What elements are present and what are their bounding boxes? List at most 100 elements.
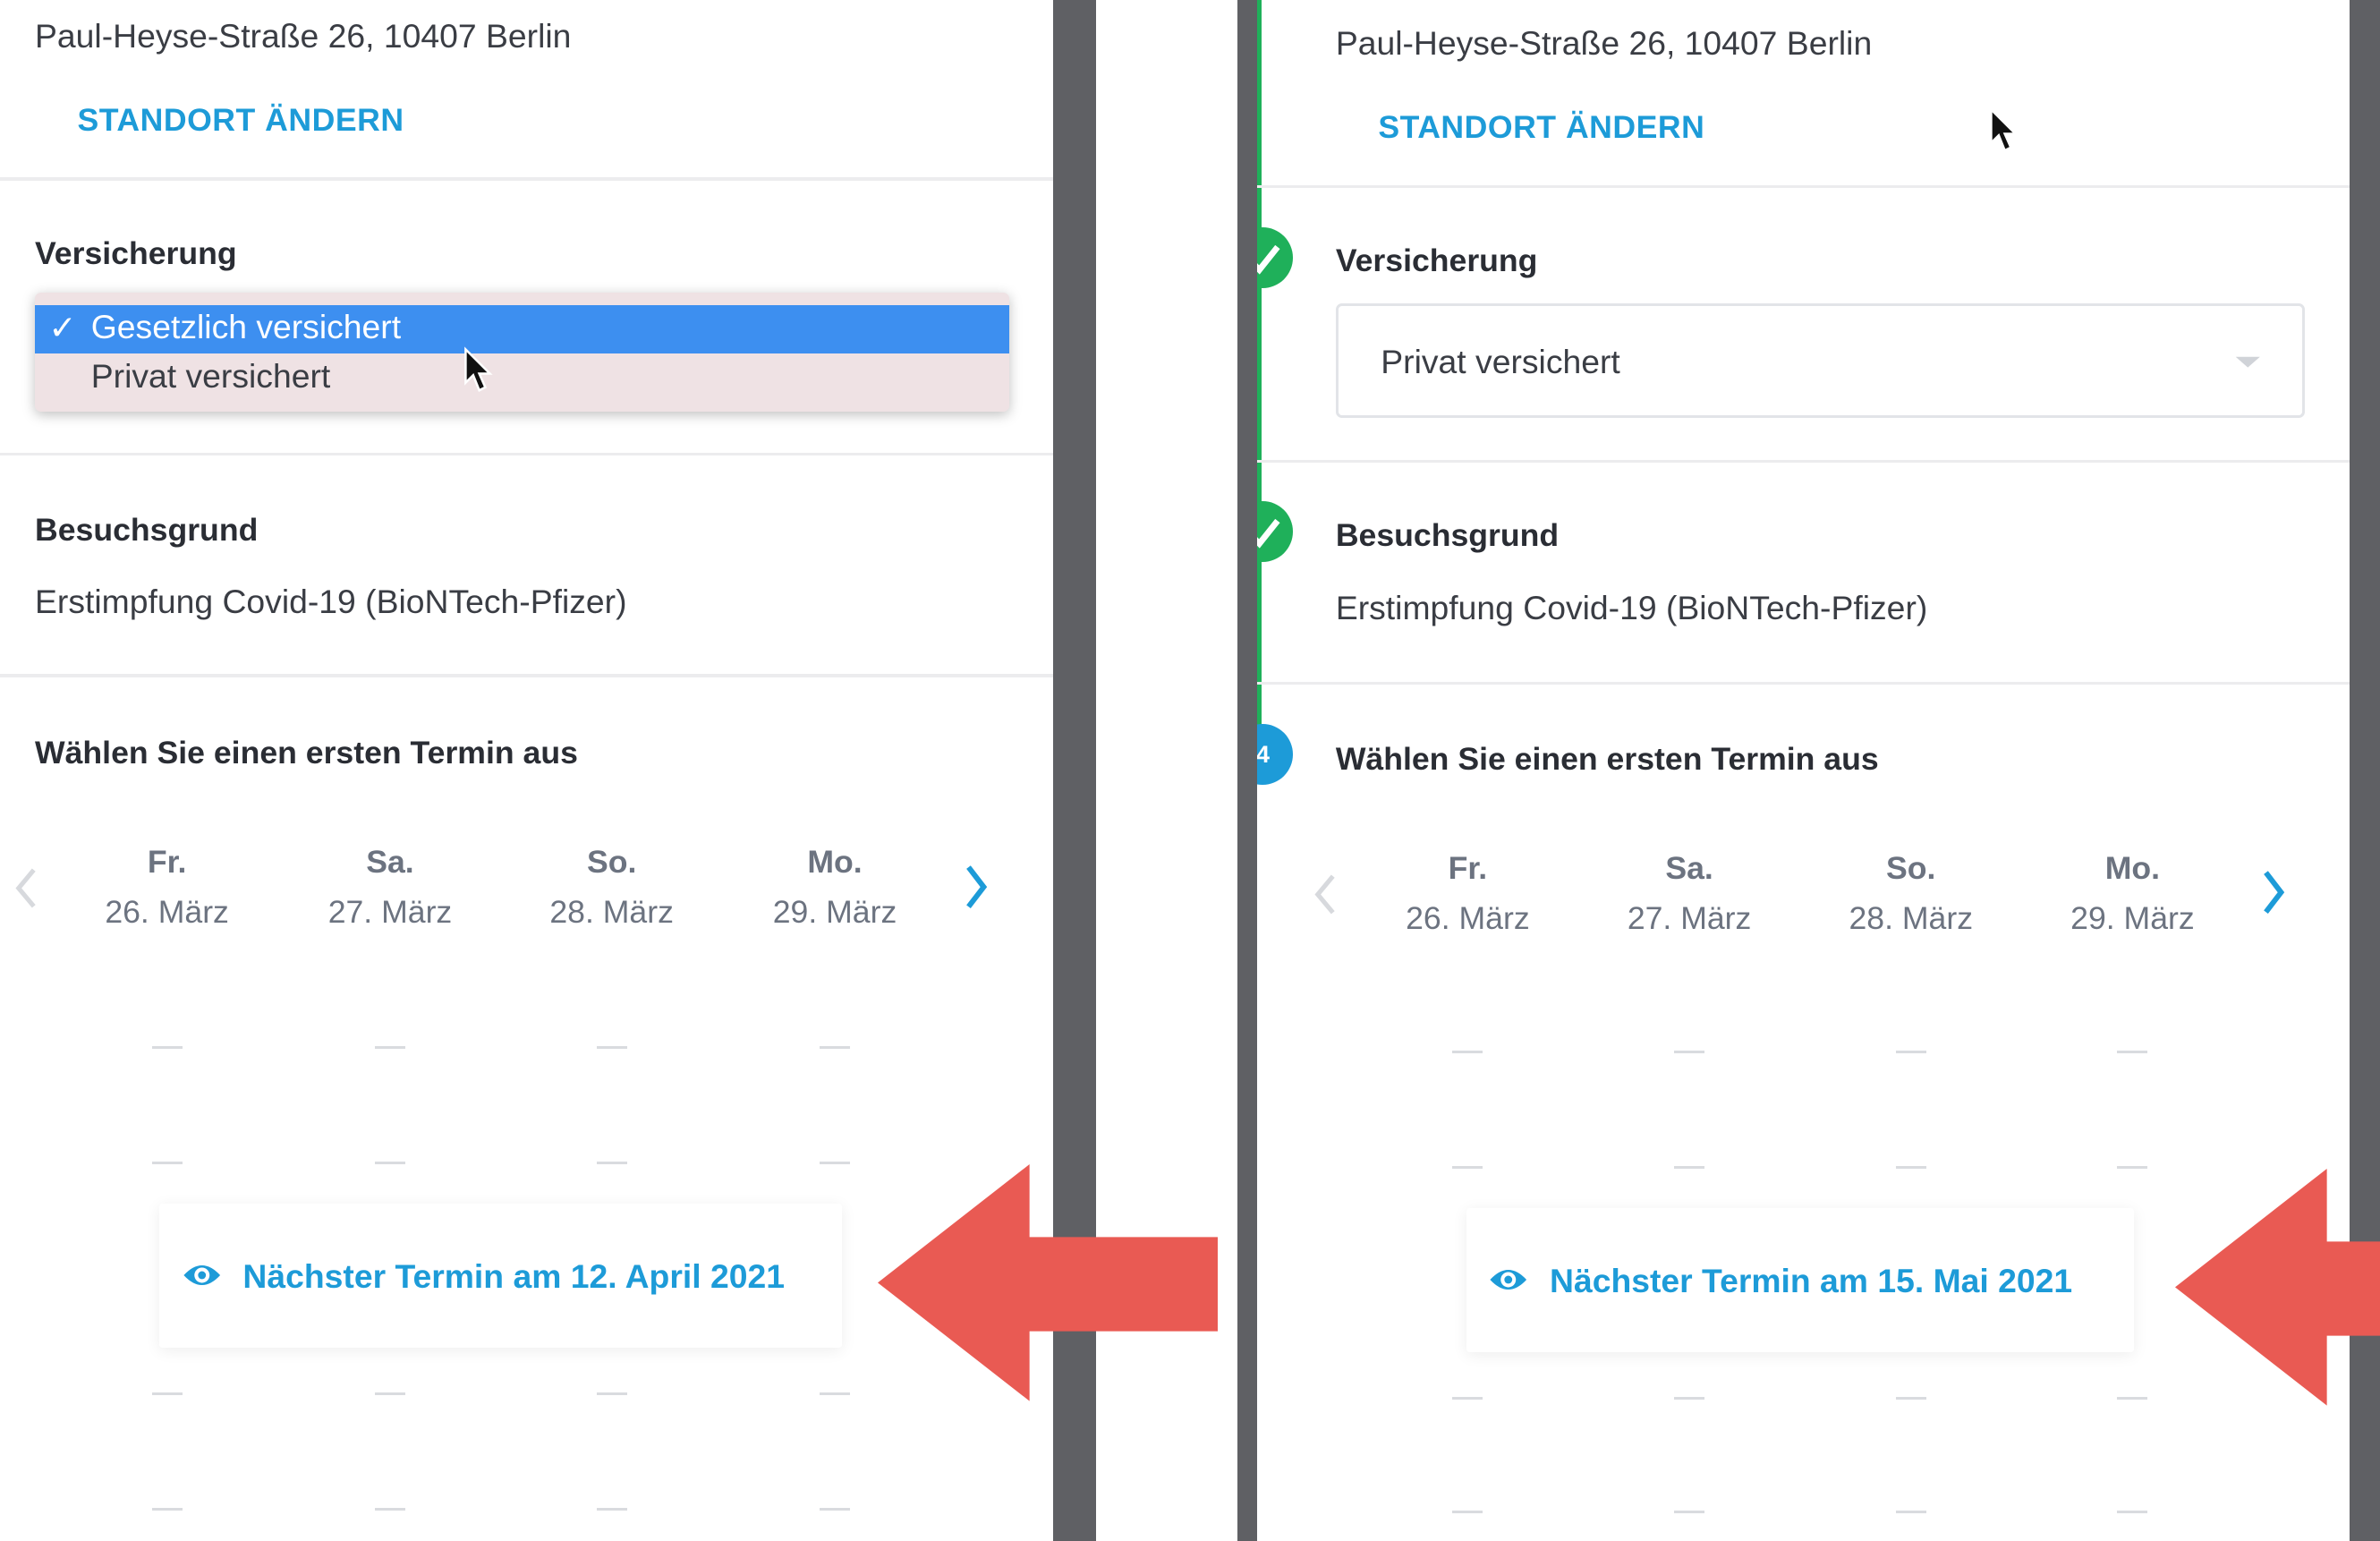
next-appointment-button[interactable]: Nächster Termin am 15. Mai 2021 — [1466, 1208, 2135, 1353]
empty-slot-dash — [151, 1045, 183, 1050]
dropdown-caret-icon — [2235, 356, 2260, 368]
day-column[interactable]: Mo. 29. März — [744, 844, 926, 931]
empty-slot-dash — [375, 1161, 405, 1165]
insurance-title: Versicherung — [1335, 243, 1538, 279]
option-label: Gesetzlich versichert — [90, 308, 402, 346]
day-date: 26. März — [105, 894, 229, 931]
day-date: 28. März — [1849, 900, 1974, 937]
day-date: 28. März — [549, 894, 674, 931]
empty-slot-dash — [1674, 1396, 1705, 1401]
empty-slot-dash — [375, 1392, 405, 1395]
empty-slot-dash — [2117, 1050, 2148, 1054]
divider — [0, 452, 1054, 455]
empty-slot-dash — [1895, 1165, 1926, 1170]
day-name: Mo. — [2104, 849, 2161, 886]
appointment-title: Wählen Sie einen ersten Termin aus — [1335, 740, 1879, 777]
step-number-badge: 4 — [1256, 724, 1294, 786]
red-arrow-icon — [2174, 1169, 2380, 1406]
next-appointment-button[interactable]: Nächster Termin am 12. April 2021 — [159, 1204, 843, 1349]
check-icon — [1256, 518, 1281, 549]
day-column[interactable]: Sa. 27. März — [299, 844, 481, 931]
panel-separator — [1237, 0, 1257, 1541]
mouse-cursor-icon — [1990, 106, 2019, 152]
day-name: Sa. — [366, 844, 414, 881]
red-arrow-icon — [877, 1164, 1218, 1401]
day-name: Fr. — [147, 844, 187, 881]
insurance-dropdown-list[interactable]: ✓ Gesetzlich versichert Privat versicher… — [35, 293, 1010, 412]
next-appointment-text: Nächster Termin am 15. Mai 2021 — [1550, 1261, 2073, 1299]
day-column[interactable]: Fr. 26. März — [1377, 850, 1560, 937]
empty-slot-dash — [1895, 1510, 1926, 1514]
empty-slot-dash — [596, 1392, 627, 1395]
step-complete-icon — [1256, 227, 1294, 289]
day-name: Fr. — [1448, 849, 1488, 886]
empty-slot-dash — [151, 1507, 183, 1511]
day-name: Mo. — [807, 844, 863, 881]
mouse-cursor-icon — [464, 346, 493, 392]
empty-slot-dash — [820, 1045, 850, 1050]
day-column[interactable]: Fr. 26. März — [76, 844, 259, 931]
empty-slot-dash — [1674, 1165, 1705, 1170]
day-date: 29. März — [2070, 900, 2195, 937]
day-date: 27. März — [1627, 900, 1752, 937]
visit-reason-value: Erstimpfung Covid-19 (BioNTech-Pfizer) — [1335, 589, 1928, 627]
insurance-selected-value: Privat versichert — [1381, 342, 1620, 380]
address-text: Paul-Heyse-Straße 26, 10407 Berlin — [1335, 24, 1873, 63]
day-column[interactable]: So. 28. März — [1820, 850, 2002, 937]
check-icon — [1256, 245, 1281, 276]
divider — [0, 177, 1054, 181]
divider — [1256, 184, 2350, 189]
empty-slot-dash — [151, 1392, 183, 1395]
empty-slot-dash — [1452, 1050, 1483, 1054]
empty-slot-dash — [820, 1392, 850, 1395]
empty-slot-dash — [2117, 1165, 2148, 1170]
empty-slot-dash — [596, 1161, 627, 1165]
day-name: So. — [1886, 849, 1936, 886]
insurance-option-gesetzlich[interactable]: ✓ Gesetzlich versichert — [35, 304, 1010, 354]
visit-reason-title: Besuchsgrund — [1335, 517, 1560, 554]
divider — [0, 674, 1054, 677]
empty-slot-dash — [820, 1161, 850, 1165]
eye-icon — [183, 1264, 220, 1285]
step-complete-icon — [1256, 500, 1294, 562]
day-date: 26. März — [1406, 900, 1530, 937]
eye-icon — [1490, 1270, 1527, 1290]
day-column[interactable]: So. 28. März — [521, 844, 703, 931]
empty-slot-dash — [375, 1045, 405, 1050]
empty-slot-dash — [375, 1507, 405, 1511]
visit-reason-title: Besuchsgrund — [35, 511, 259, 548]
empty-slot-dash — [596, 1045, 627, 1050]
day-date: 29. März — [772, 894, 897, 931]
chevron-left-icon[interactable] — [13, 865, 40, 911]
chevron-left-icon[interactable] — [1312, 872, 1339, 917]
insurance-title: Versicherung — [35, 234, 237, 271]
empty-slot-dash — [820, 1507, 850, 1511]
day-column[interactable]: Mo. 29. März — [2042, 850, 2224, 937]
chevron-right-icon[interactable] — [961, 863, 991, 911]
empty-slot-dash — [1452, 1510, 1483, 1514]
empty-slot-dash — [1895, 1050, 1926, 1054]
empty-slot-dash — [1674, 1510, 1705, 1514]
insurance-select[interactable]: Privat versichert — [1335, 303, 2306, 419]
insurance-option-privat[interactable]: Privat versichert — [35, 353, 1009, 402]
empty-slot-dash — [1674, 1050, 1705, 1054]
change-location-link[interactable]: STANDORT ÄNDERN — [1378, 109, 1704, 146]
empty-slot-dash — [2117, 1510, 2148, 1514]
day-name: Sa. — [1665, 849, 1713, 886]
divider — [1256, 460, 2350, 464]
visit-reason-value: Erstimpfung Covid-19 (BioNTech-Pfizer) — [35, 583, 627, 621]
empty-slot-dash — [2117, 1396, 2148, 1401]
day-date: 27. März — [327, 894, 453, 931]
chevron-right-icon[interactable] — [2258, 868, 2289, 916]
appointment-title: Wählen Sie einen ersten Termin aus — [35, 735, 578, 771]
empty-slot-dash — [1895, 1396, 1926, 1401]
option-label: Privat versichert — [90, 356, 331, 395]
check-icon: ✓ — [48, 309, 77, 347]
address-text: Paul-Heyse-Straße 26, 10407 Berlin — [35, 16, 572, 55]
day-column[interactable]: Sa. 27. März — [1598, 850, 1781, 937]
empty-slot-dash — [151, 1161, 183, 1165]
change-location-link[interactable]: STANDORT ÄNDERN — [78, 102, 404, 139]
empty-slot-dash — [596, 1507, 627, 1511]
next-appointment-text: Nächster Termin am 12. April 2021 — [242, 1256, 785, 1295]
empty-slot-dash — [1452, 1396, 1483, 1401]
